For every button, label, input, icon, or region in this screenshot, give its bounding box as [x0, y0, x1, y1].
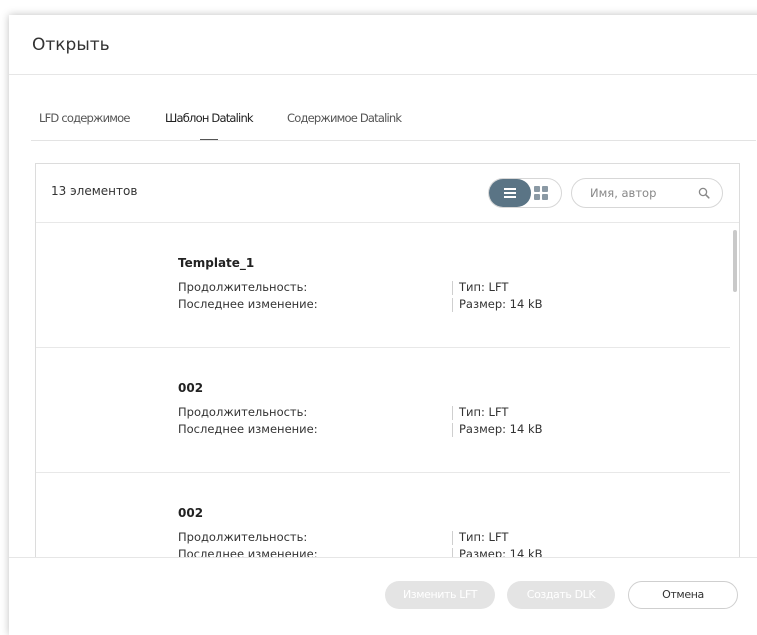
tab-datalink-content[interactable]: Содержимое Datalink	[287, 111, 402, 125]
dialog-title: Открыть	[32, 35, 110, 55]
tab-lfd-content[interactable]: LFD содержимое	[39, 111, 130, 125]
grid-view-button[interactable]	[534, 186, 548, 200]
modified-label: Последнее изменение:	[178, 297, 318, 311]
tab-bar: LFD содержимое Шаблон Datalink Содержимо…	[31, 111, 756, 141]
list-view-button[interactable]	[489, 179, 531, 207]
panel-header: 13 элементов	[36, 164, 739, 223]
title-divider	[9, 74, 757, 75]
column-divider	[452, 423, 453, 437]
search-input[interactable]	[590, 185, 690, 201]
list-item[interactable]: 002 Продолжительность: Последнее изменен…	[36, 348, 730, 473]
list-item[interactable]: Template_1 Продолжительность: Последнее …	[36, 223, 730, 348]
create-dlk-button[interactable]: Создать DLK	[507, 581, 615, 609]
search-box	[571, 178, 723, 208]
column-divider	[452, 531, 453, 545]
column-divider	[452, 281, 453, 295]
scrollbar[interactable]	[733, 230, 737, 292]
column-divider	[452, 298, 453, 312]
item-count: 13 элементов	[51, 184, 138, 198]
content-panel: 13 элементов Имя, автор Template_1 Продо…	[35, 163, 740, 558]
item-name: Template_1	[178, 256, 255, 270]
view-toggle	[488, 178, 562, 208]
column-divider	[452, 406, 453, 420]
open-dialog: Открыть LFD содержимое Шаблон Datalink С…	[9, 15, 757, 635]
item-name: 002	[178, 506, 204, 520]
item-size: Размер: 14 kB	[459, 297, 543, 311]
modified-label: Последнее изменение:	[178, 422, 318, 436]
item-size: Размер: 14 kB	[459, 422, 543, 436]
search-icon[interactable]	[698, 187, 710, 199]
item-type: Тип: LFT	[459, 280, 509, 294]
cancel-button[interactable]: Отмена	[628, 581, 738, 609]
item-type: Тип: LFT	[459, 405, 509, 419]
list-item[interactable]: 002 Продолжительность: Последнее изменен…	[36, 473, 730, 558]
duration-label: Продолжительность:	[178, 280, 308, 294]
edit-lft-button[interactable]: Изменить LFT	[385, 581, 495, 609]
footer-divider	[9, 557, 757, 558]
item-type: Тип: LFT	[459, 530, 509, 544]
tab-datalink-template[interactable]: Шаблон Datalink	[165, 111, 254, 125]
item-name: 002	[178, 381, 204, 395]
duration-label: Продолжительность:	[178, 405, 308, 419]
tabs-divider	[31, 140, 756, 141]
duration-label: Продолжительность:	[178, 530, 308, 544]
items-list: Template_1 Продолжительность: Последнее …	[36, 223, 739, 558]
